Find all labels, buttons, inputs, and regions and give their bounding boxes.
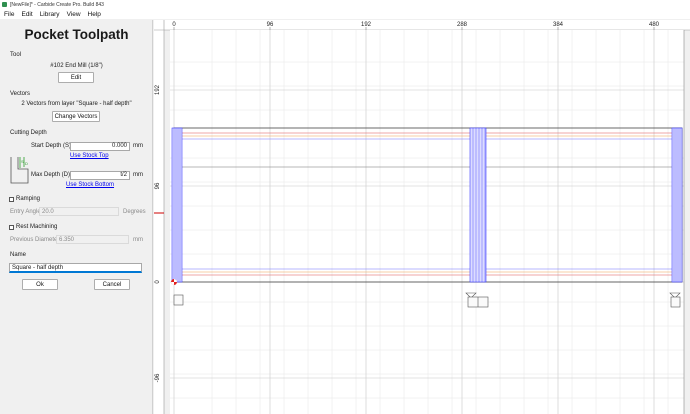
toolpath-panel: Pocket Toolpath Tool #102 End Mill (1/8"… [0, 20, 153, 414]
x-ruler-label: 288 [457, 22, 468, 28]
menu-edit[interactable]: Edit [21, 11, 32, 18]
design-canvas[interactable]: 0 96 192 288 384 480 192 96 0 -96 [154, 20, 690, 414]
max-depth-label: Max Depth (D) [31, 172, 71, 178]
x-ruler-label: 480 [649, 22, 660, 28]
menu-library[interactable]: Library [40, 11, 60, 18]
previous-diameter-label: Previous Diameter [10, 237, 60, 243]
left-ruler [154, 20, 164, 414]
use-stock-top-link[interactable]: Use Stock Top [70, 153, 109, 159]
toolpath-middle [469, 127, 487, 283]
menu-view[interactable]: View [67, 11, 81, 18]
title-bar: [NewFile]* - Carbide Create Pro. Build 8… [0, 0, 690, 9]
x-ruler-label: 192 [361, 22, 372, 28]
window-title: [NewFile]* - Carbide Create Pro. Build 8… [10, 1, 104, 8]
cancel-button[interactable]: Cancel [94, 279, 130, 290]
menu-help[interactable]: Help [88, 11, 101, 18]
y-ruler-label: 96 [155, 182, 161, 189]
svg-text:D: D [25, 161, 28, 166]
previous-diameter-unit: mm [133, 237, 143, 243]
toolpath-name-input[interactable]: Square - half depth [9, 263, 142, 273]
name-section-label: Name [10, 252, 27, 258]
start-depth-input[interactable]: 0.000 [70, 142, 130, 151]
x-ruler-label: 384 [553, 22, 564, 28]
ramping-checkbox[interactable] [9, 197, 14, 202]
left-handle-icon[interactable] [173, 294, 184, 306]
start-depth-label: Start Depth (S) [31, 143, 72, 149]
panel-heading: Pocket Toolpath [24, 27, 129, 42]
toolpath-right [671, 127, 683, 283]
vectors-summary: 2 Vectors from layer "Square - half dept… [21, 101, 132, 107]
entry-angle-unit: Degrees [123, 209, 146, 215]
svg-text:S: S [21, 159, 24, 164]
cutting-depth-label: Cutting Depth [10, 130, 47, 136]
max-depth-unit: mm [133, 172, 143, 178]
ok-button[interactable]: Ok [22, 279, 58, 290]
y-ruler-label: 192 [155, 84, 161, 95]
menu-bar: File Edit Library View Help [0, 9, 690, 19]
toolpath-left [171, 127, 183, 283]
use-stock-bottom-link[interactable]: Use Stock Bottom [66, 182, 114, 188]
ramping-label: Ramping [16, 196, 41, 202]
menu-file[interactable]: File [4, 11, 14, 18]
rest-machining-label: Rest Machining [16, 224, 58, 230]
entry-angle-input[interactable]: 20.0 [39, 207, 119, 216]
work-area [170, 30, 684, 414]
depth-diagram-icon: S D [10, 157, 29, 184]
start-depth-unit: mm [133, 143, 143, 149]
app-icon [2, 2, 7, 7]
rest-machining-checkbox[interactable] [9, 225, 14, 230]
canvas-svg: 0 96 192 288 384 480 192960-96 [154, 20, 690, 414]
edit-tool-button[interactable]: Edit [58, 72, 94, 83]
x-ruler-label: 96 [267, 22, 274, 28]
vectors-section-label: Vectors [10, 91, 31, 97]
previous-diameter-input[interactable]: 6.350 [56, 235, 129, 244]
y-ruler-label: -96 [155, 373, 161, 382]
entry-angle-label: Entry Angle [10, 209, 41, 215]
max-depth-input[interactable]: t/2 [70, 171, 130, 180]
tool-name: #102 End Mill (1/8") [50, 63, 103, 69]
change-vectors-button[interactable]: Change Vectors [52, 111, 100, 122]
top-ruler [154, 20, 690, 30]
origin-marker-icon [171, 279, 177, 285]
tool-section-label: Tool [10, 52, 22, 58]
